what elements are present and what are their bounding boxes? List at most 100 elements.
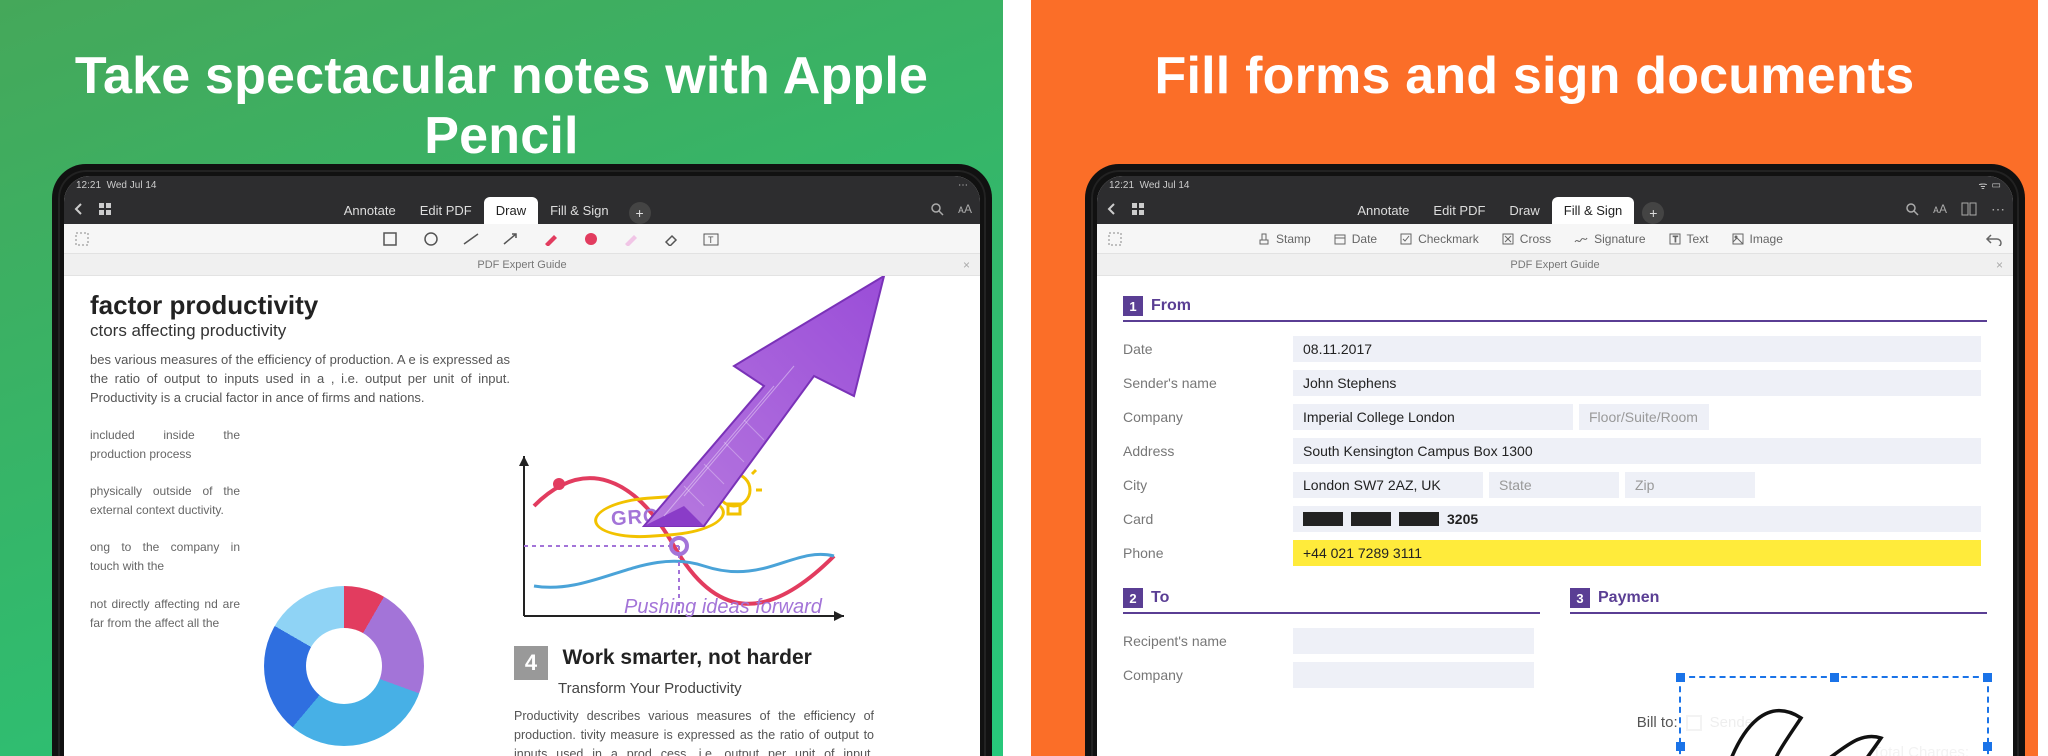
field-company2[interactable] xyxy=(1293,662,1534,688)
search-icon[interactable] xyxy=(1905,202,1919,216)
tab-annotate[interactable]: Annotate xyxy=(332,197,408,224)
svg-text:T: T xyxy=(708,235,714,245)
highlighter-tool-icon[interactable] xyxy=(622,232,640,246)
shape-line-icon[interactable] xyxy=(462,232,480,246)
doc-side-text-4: not directly affecting nd are far from t… xyxy=(90,595,240,633)
field-company[interactable]: Imperial College London xyxy=(1293,404,1573,430)
select-rect-icon[interactable] xyxy=(1107,231,1123,247)
lightbulb-drawing xyxy=(704,462,764,522)
more-icon[interactable]: ⋯ xyxy=(1991,201,2005,218)
document-page: factor productivity ctors affecting prod… xyxy=(64,276,980,756)
tab-draw[interactable]: Draw xyxy=(484,197,538,224)
section-number: 1 xyxy=(1123,296,1143,316)
doc-side-text-1: included inside the production process xyxy=(90,426,240,464)
back-icon[interactable] xyxy=(72,202,86,216)
add-tab-button[interactable]: + xyxy=(1642,202,1664,224)
section-to: 2To Recipent's name Company xyxy=(1123,588,1540,694)
tab-edit-pdf[interactable]: Edit PDF xyxy=(408,197,484,224)
book-icon[interactable] xyxy=(1961,202,1977,216)
status-bar: 12:21 Wed Jul 14 ⋯ xyxy=(64,176,980,194)
tab-edit-pdf[interactable]: Edit PDF xyxy=(1421,197,1497,224)
section-number: 4 xyxy=(514,646,548,680)
back-icon[interactable] xyxy=(1105,202,1119,216)
status-bar: 12:21 Wed Jul 14 ᯤ ▭ xyxy=(1097,176,2013,194)
status-date: Wed Jul 14 xyxy=(107,180,157,191)
brush-tool-icon[interactable] xyxy=(582,232,600,246)
app-toolbar: Annotate Edit PDF Draw Fill & Sign + ᴀA xyxy=(64,194,980,224)
eraser-tool-icon[interactable] xyxy=(662,232,680,246)
promo-panel-forms: Fill forms and sign documents 12:21 Wed … xyxy=(1031,0,2038,756)
signature-tool[interactable]: Signature xyxy=(1573,232,1645,246)
text-tool-icon[interactable]: T xyxy=(702,232,720,246)
text-size-icon[interactable]: ᴀA xyxy=(958,202,972,216)
status-time: 12:21 xyxy=(76,180,101,191)
status-date: Wed Jul 14 xyxy=(1140,180,1190,191)
add-tab-button[interactable]: + xyxy=(629,202,651,224)
field-floor[interactable]: Floor/Suite/Room xyxy=(1579,404,1709,430)
field-address[interactable]: South Kensington Campus Box 1300 xyxy=(1293,438,1981,464)
shape-square-icon[interactable] xyxy=(382,232,400,246)
field-phone[interactable]: +44 021 7289 3111 xyxy=(1293,540,1981,566)
text-size-icon[interactable]: ᴀA xyxy=(1933,202,1947,216)
document-tab-label: PDF Expert Guide xyxy=(1510,259,1599,271)
section-number: 2 xyxy=(1123,588,1143,608)
grid-icon[interactable] xyxy=(98,202,112,216)
headline-left: Take spectacular notes with Apple Pencil xyxy=(0,0,1003,166)
tab-fill-sign[interactable]: Fill & Sign xyxy=(1552,197,1635,224)
label-address: Address xyxy=(1123,443,1293,459)
ipad-frame: 12:21 Wed Jul 14 ᯤ ▭ Annotate Edit PDF D… xyxy=(1085,164,2025,756)
doc-paragraph: bes various measures of the efficiency o… xyxy=(90,351,510,408)
section-title: To xyxy=(1151,589,1169,607)
document-tab[interactable]: PDF Expert Guide × xyxy=(64,254,980,276)
field-city[interactable]: London SW7 2AZ, UK xyxy=(1293,472,1483,498)
field-zip[interactable]: Zip xyxy=(1625,472,1755,498)
label-recipient: Recipent's name xyxy=(1123,633,1293,649)
donut-chart xyxy=(264,586,424,746)
field-state[interactable]: State xyxy=(1489,472,1619,498)
headline-right: Fill forms and sign documents xyxy=(1031,0,2038,106)
select-rect-icon[interactable] xyxy=(74,231,90,247)
search-icon[interactable] xyxy=(930,202,944,216)
field-date[interactable]: 08.11.2017 xyxy=(1293,336,1981,362)
document-tab[interactable]: PDF Expert Guide × xyxy=(1097,254,2013,276)
section-number: 3 xyxy=(1570,588,1590,608)
label-phone: Phone xyxy=(1123,545,1293,561)
signature-drawing xyxy=(1681,678,1991,756)
date-tool[interactable]: Date xyxy=(1333,232,1377,246)
signature-box[interactable] xyxy=(1679,676,1989,756)
stamp-tool[interactable]: Stamp xyxy=(1257,232,1311,246)
tab-draw[interactable]: Draw xyxy=(1497,197,1551,224)
section-paragraph: Productivity describes various measures … xyxy=(514,707,874,756)
close-tab-icon[interactable]: × xyxy=(963,258,970,272)
section-from: 1 From Date08.11.2017 Sender's nameJohn S… xyxy=(1123,296,1987,568)
doc-heading: factor productivity xyxy=(90,290,954,321)
field-card[interactable]: 3205 xyxy=(1293,506,1981,532)
field-sender[interactable]: John Stephens xyxy=(1293,370,1981,396)
pushing-caption: Pushing ideas forward xyxy=(624,596,822,619)
doc-side-text-2: physically outside of the external conte… xyxy=(90,482,240,520)
undo-icon[interactable] xyxy=(1985,232,2003,246)
bill-to-label: Bill to: xyxy=(1637,714,1678,731)
grid-icon[interactable] xyxy=(1131,202,1145,216)
pen-tool-icon[interactable] xyxy=(542,232,560,246)
tab-annotate[interactable]: Annotate xyxy=(1345,197,1421,224)
shape-circle-icon[interactable] xyxy=(422,232,440,246)
doc-subheading: ctors affecting productivity xyxy=(90,321,954,341)
form-page: 1 From Date08.11.2017 Sender's nameJohn S… xyxy=(1097,276,2013,756)
label-date: Date xyxy=(1123,341,1293,357)
label-card: Card xyxy=(1123,511,1293,527)
label-city: City xyxy=(1123,477,1293,493)
fillsign-toolbar: Stamp Date Checkmark Cross Signature TTe… xyxy=(1097,224,2013,254)
label-sender: Sender's name xyxy=(1123,375,1293,391)
field-recipient[interactable] xyxy=(1293,628,1534,654)
text-tool[interactable]: TText xyxy=(1668,232,1709,246)
close-tab-icon[interactable]: × xyxy=(1996,258,2003,272)
shape-arrow-icon[interactable] xyxy=(502,232,520,246)
checkmark-tool[interactable]: Checkmark xyxy=(1399,232,1479,246)
tab-fill-sign[interactable]: Fill & Sign xyxy=(538,197,621,224)
cross-tool[interactable]: Cross xyxy=(1501,232,1551,246)
image-tool[interactable]: Image xyxy=(1731,232,1783,246)
promo-panel-notes: Take spectacular notes with Apple Pencil… xyxy=(0,0,1003,756)
section-title: From xyxy=(1151,297,1191,315)
section-subtitle: Transform Your Productivity xyxy=(558,680,874,697)
